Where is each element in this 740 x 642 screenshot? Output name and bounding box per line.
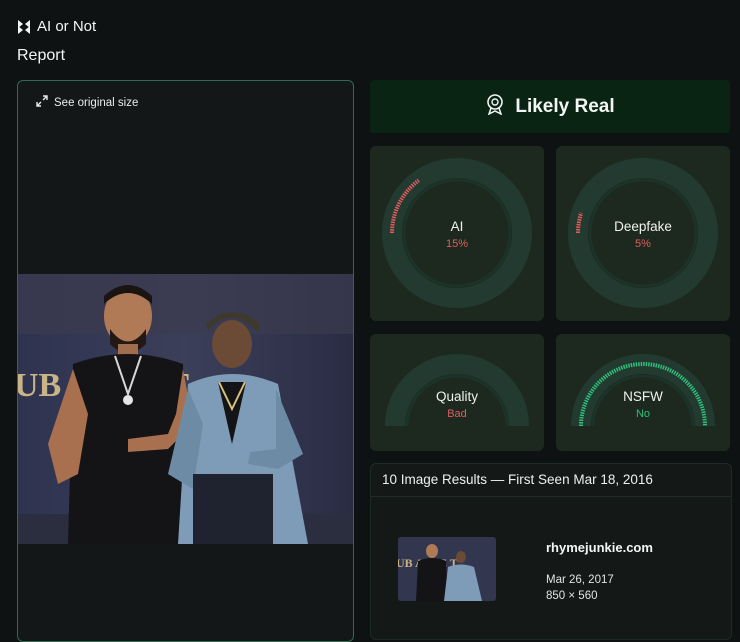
image-panel: See original size UB AUSE T (17, 80, 354, 642)
verdict-banner: Likely Real (370, 80, 730, 133)
verdict-label: Likely Real (515, 95, 615, 117)
nsfw-gauge-label: NSFW (623, 389, 663, 404)
deepfake-gauge-label: Deepfake (614, 219, 672, 234)
ai-gauge-value: 15% (445, 238, 469, 250)
deepfake-gauge-value: 5% (635, 238, 651, 250)
page-title: Report (17, 47, 66, 64)
result-site[interactable]: rhymejunkie.com (546, 540, 653, 555)
result-thumbnail[interactable]: UB AUSE T (398, 537, 496, 601)
nsfw-gauge-card: NSFW No (556, 334, 730, 451)
ai-gauge-label: AI (450, 219, 464, 234)
result-dimensions: 850 × 560 (546, 590, 598, 602)
quality-gauge-card: Quality Bad (370, 334, 544, 451)
image-results-header: 10 Image Results — First Seen Mar 18, 20… (371, 464, 731, 497)
ai-gauge-card: AI 15% (370, 146, 544, 321)
expand-icon (36, 95, 48, 110)
see-original-size-button[interactable]: See original size (36, 95, 138, 110)
app-name: AI or Not (37, 18, 97, 35)
nsfw-gauge-value: No (635, 408, 651, 420)
logo-icon (17, 19, 31, 35)
quality-gauge-label: Quality (435, 389, 479, 404)
app-brand[interactable]: AI or Not (17, 18, 96, 35)
deepfake-gauge-card: Deepfake 5% (556, 146, 730, 321)
result-date: Mar 26, 2017 (546, 574, 614, 586)
image-results-panel: 10 Image Results — First Seen Mar 18, 20… (370, 463, 732, 640)
award-icon (485, 93, 505, 120)
see-original-label: See original size (54, 96, 139, 109)
quality-gauge-value: Bad (447, 408, 467, 420)
analyzed-photo: UB AUSE T (18, 274, 353, 544)
